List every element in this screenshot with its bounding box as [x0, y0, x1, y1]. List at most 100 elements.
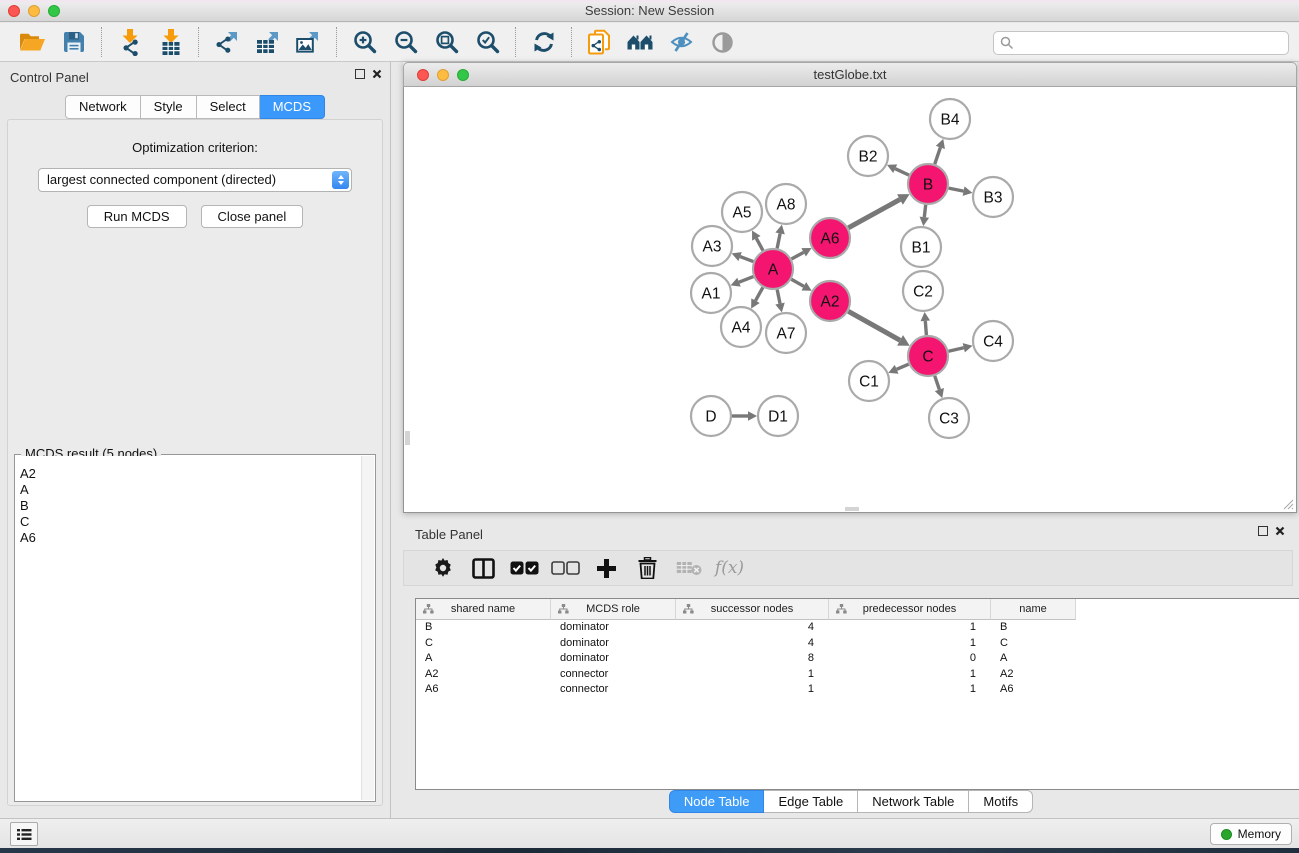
close-table-panel-icon[interactable] [1275, 526, 1285, 536]
cell-MCDS-role[interactable]: connector [551, 667, 676, 683]
zoom-window-button[interactable] [48, 5, 60, 17]
network-canvas[interactable]: AA1A3A4A5A7A8A6A2BB1B2B3B4CC1C2C3C4DD1 [403, 87, 1297, 513]
edge-A-A4[interactable] [755, 287, 762, 300]
import-network-icon[interactable] [109, 25, 150, 59]
cell-name[interactable]: C [991, 636, 1076, 652]
table-row[interactable]: Adominator80A [416, 651, 1299, 667]
column-header-predecessor-nodes[interactable]: predecessor nodes [829, 599, 991, 620]
edge-C-C2[interactable] [925, 321, 926, 335]
tab-edge-table[interactable]: Edge Table [764, 790, 858, 813]
edge-A-A5[interactable] [756, 238, 763, 250]
result-item[interactable]: A2 [20, 466, 357, 482]
cell-name[interactable]: A2 [991, 667, 1076, 683]
cell-shared-name[interactable]: A6 [416, 682, 551, 698]
duplicate-network-icon[interactable] [579, 25, 620, 59]
result-item[interactable]: B [20, 498, 357, 514]
edge-A-A2[interactable] [791, 279, 804, 286]
cell-predecessor-nodes[interactable]: 1 [829, 620, 991, 636]
edge-A-A7[interactable] [777, 290, 780, 304]
criterion-dropdown[interactable]: largest connected component (directed) [38, 168, 352, 192]
home-icon[interactable] [620, 25, 661, 59]
tab-network-table[interactable]: Network Table [858, 790, 969, 813]
edge-A-A8[interactable] [777, 233, 780, 248]
cell-predecessor-nodes[interactable]: 1 [829, 636, 991, 652]
edge-A2-C[interactable] [848, 311, 900, 340]
cell-name[interactable]: B [991, 620, 1076, 636]
edge-A-A6[interactable] [791, 252, 803, 259]
columns-icon[interactable] [463, 553, 504, 583]
edge-A-A3[interactable] [740, 257, 753, 262]
edge-C-C4[interactable] [948, 348, 963, 352]
edge-B-B1[interactable] [924, 205, 925, 217]
network-window-titlebar[interactable]: testGlobe.txt [403, 62, 1297, 87]
gear-icon[interactable] [422, 553, 463, 583]
edge-B-B2[interactable] [895, 169, 909, 175]
cell-successor-nodes[interactable]: 1 [676, 682, 829, 698]
edge-C-C3[interactable] [935, 376, 940, 390]
cell-successor-nodes[interactable]: 4 [676, 636, 829, 652]
run-mcds-button[interactable]: Run MCDS [87, 205, 187, 228]
cell-shared-name[interactable]: A2 [416, 667, 551, 683]
cell-predecessor-nodes[interactable]: 1 [829, 667, 991, 683]
table-row[interactable]: Bdominator41B [416, 620, 1299, 636]
cell-MCDS-role[interactable]: dominator [551, 636, 676, 652]
select-all-icon[interactable] [504, 553, 545, 583]
delete-table-icon[interactable] [668, 553, 709, 583]
memory-button[interactable]: Memory [1210, 823, 1292, 845]
network-zoom-button[interactable] [457, 69, 469, 81]
cell-successor-nodes[interactable]: 4 [676, 620, 829, 636]
float-table-panel-icon[interactable] [1258, 526, 1268, 536]
cell-shared-name[interactable]: A [416, 651, 551, 667]
vertical-scroll-mark[interactable] [405, 431, 410, 445]
zoom-out-icon[interactable] [385, 25, 426, 59]
tab-motifs[interactable]: Motifs [969, 790, 1033, 813]
zoom-in-icon[interactable] [344, 25, 385, 59]
cell-name[interactable]: A [991, 651, 1076, 667]
cell-predecessor-nodes[interactable]: 1 [829, 682, 991, 698]
cell-successor-nodes[interactable]: 8 [676, 651, 829, 667]
deselect-all-icon[interactable] [545, 553, 586, 583]
close-panel-button[interactable]: Close panel [201, 205, 304, 228]
tab-node-table[interactable]: Node Table [669, 790, 765, 813]
export-table-icon[interactable] [247, 25, 288, 59]
column-header-shared-name[interactable]: shared name [416, 599, 551, 620]
float-panel-icon[interactable] [355, 69, 365, 79]
tab-select[interactable]: Select [197, 95, 260, 119]
search-box[interactable] [993, 31, 1289, 55]
horizontal-scroll-mark[interactable] [845, 507, 859, 511]
zoom-fit-icon[interactable] [426, 25, 467, 59]
show-eye-icon[interactable] [702, 25, 743, 59]
table-row[interactable]: A2connector11A2 [416, 667, 1299, 683]
close-panel-icon[interactable] [372, 69, 382, 79]
table-row[interactable]: Cdominator41C [416, 636, 1299, 652]
cell-shared-name[interactable]: B [416, 620, 551, 636]
edge-A6-B[interactable] [848, 199, 900, 227]
resize-grip-icon[interactable] [1281, 497, 1294, 510]
result-item[interactable]: A [20, 482, 357, 498]
save-session-icon[interactable] [53, 25, 94, 59]
cell-MCDS-role[interactable]: dominator [551, 620, 676, 636]
result-item[interactable]: C [20, 514, 357, 530]
minimize-window-button[interactable] [28, 5, 40, 17]
cell-shared-name[interactable]: C [416, 636, 551, 652]
edge-B-B4[interactable] [935, 147, 941, 164]
result-item[interactable]: A6 [20, 530, 357, 546]
hide-panel-eye-icon[interactable] [661, 25, 702, 59]
result-scrollbar[interactable] [361, 456, 374, 800]
column-header-name[interactable]: name [991, 599, 1076, 620]
tab-mcds[interactable]: MCDS [260, 95, 325, 119]
tab-network[interactable]: Network [65, 95, 141, 119]
column-header-MCDS-role[interactable]: MCDS role [551, 599, 676, 620]
column-header-successor-nodes[interactable]: successor nodes [676, 599, 829, 620]
function-builder-button[interactable]: f(x) [709, 553, 750, 583]
edge-B-B3[interactable] [949, 188, 964, 191]
import-table-icon[interactable] [150, 25, 191, 59]
cell-predecessor-nodes[interactable]: 0 [829, 651, 991, 667]
edge-A-A1[interactable] [739, 277, 753, 283]
task-history-button[interactable] [10, 822, 38, 846]
network-minimize-button[interactable] [437, 69, 449, 81]
cell-MCDS-role[interactable]: connector [551, 682, 676, 698]
edge-C-C1[interactable] [897, 364, 909, 369]
cell-name[interactable]: A6 [991, 682, 1076, 698]
open-file-icon[interactable] [12, 25, 53, 59]
